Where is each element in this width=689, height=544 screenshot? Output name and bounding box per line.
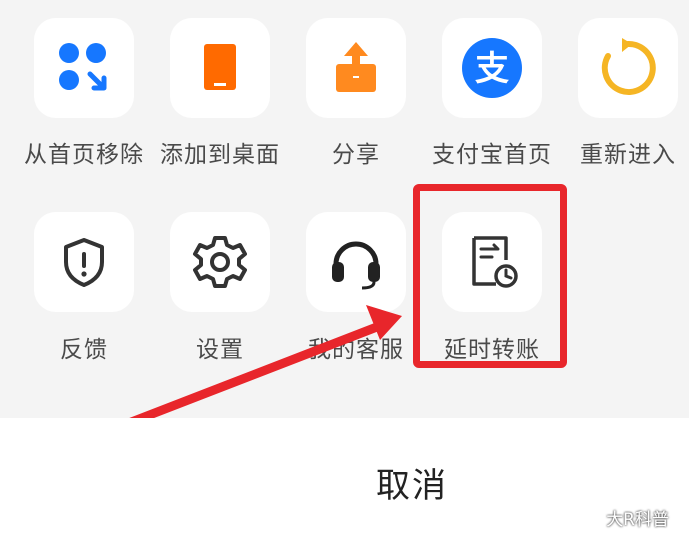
cancel-button[interactable]: 取消 [0,458,689,507]
watermark-label: 大R科普 [606,510,669,530]
wechat-icon [578,509,600,526]
watermark: 大R科普 [578,505,669,530]
